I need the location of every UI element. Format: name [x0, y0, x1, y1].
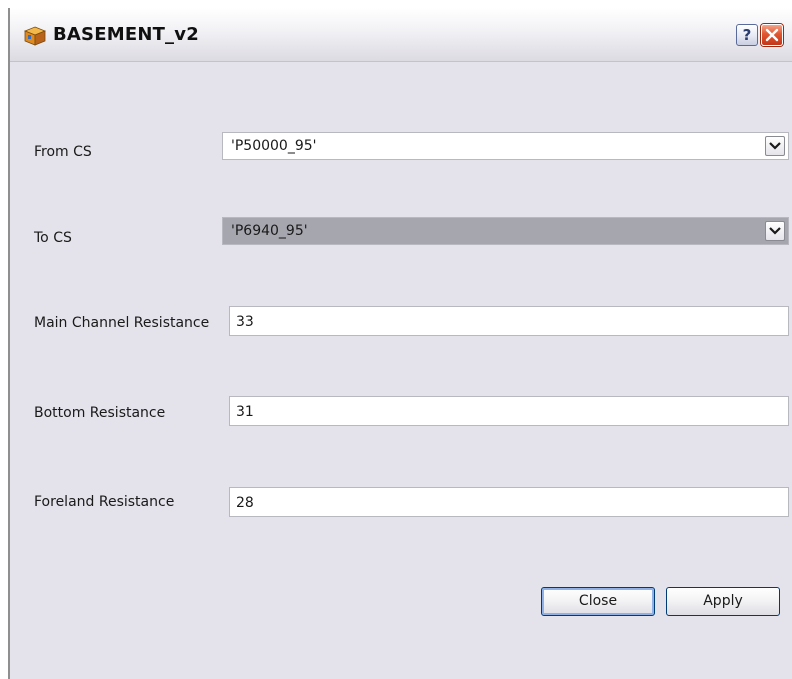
- to-cs-value: 'P6940_95': [231, 223, 308, 239]
- bottom-resistance-label: Bottom Resistance: [34, 405, 166, 421]
- foreland-resistance-label: Foreland Resistance: [34, 494, 175, 510]
- close-icon: [765, 28, 779, 42]
- window-close-button[interactable]: [761, 24, 783, 46]
- dialog-window: BASEMENT_v2 ? From CS 'P50000_95' To CS …: [8, 8, 792, 679]
- chevron-down-icon[interactable]: [765, 136, 785, 156]
- from-cs-label: From CS: [34, 144, 92, 160]
- apply-button[interactable]: Apply: [666, 587, 780, 616]
- cube-icon: [23, 26, 47, 46]
- help-button[interactable]: ?: [736, 24, 758, 46]
- close-button[interactable]: Close: [541, 587, 655, 616]
- bottom-resistance-input[interactable]: 31: [229, 396, 789, 426]
- chevron-down-icon[interactable]: [765, 221, 785, 241]
- foreland-resistance-value: 28: [236, 495, 254, 511]
- from-cs-select[interactable]: 'P50000_95': [222, 132, 789, 160]
- from-cs-value: 'P50000_95': [231, 138, 317, 154]
- foreland-resistance-input[interactable]: 28: [229, 487, 789, 517]
- help-icon: ?: [742, 26, 752, 44]
- title-bar[interactable]: BASEMENT_v2 ?: [10, 8, 792, 62]
- main-channel-resistance-value: 33: [236, 314, 254, 330]
- to-cs-label: To CS: [34, 230, 72, 246]
- window-title: BASEMENT_v2: [53, 24, 199, 45]
- main-channel-resistance-input[interactable]: 33: [229, 306, 789, 336]
- main-channel-resistance-label: Main Channel Resistance: [34, 315, 210, 331]
- bottom-resistance-value: 31: [236, 404, 254, 420]
- to-cs-select[interactable]: 'P6940_95': [222, 217, 789, 245]
